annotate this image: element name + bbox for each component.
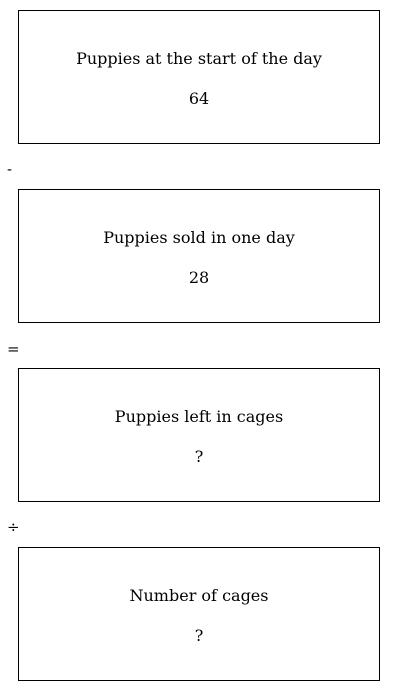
number-of-cages-label: Number of cages (129, 586, 269, 605)
puppies-left-label: Puppies left in cages (114, 407, 284, 426)
sold-puppies-box: Puppies sold in one day 28 (18, 189, 380, 323)
number-of-cages-box: Number of cages ? (18, 547, 380, 681)
sold-puppies-value: 28 (188, 268, 210, 287)
equals-operator: = (7, 340, 20, 358)
start-puppies-value: 64 (188, 89, 210, 108)
start-puppies-label: Puppies at the start of the day (76, 49, 322, 68)
number-of-cages-value: ? (194, 626, 204, 645)
puppies-left-value: ? (194, 447, 204, 466)
puppies-left-box: Puppies left in cages ? (18, 368, 380, 502)
sold-puppies-label: Puppies sold in one day (103, 228, 295, 247)
start-puppies-box: Puppies at the start of the day 64 (18, 10, 380, 144)
divide-operator: ÷ (7, 518, 20, 536)
minus-operator: - (7, 160, 13, 178)
